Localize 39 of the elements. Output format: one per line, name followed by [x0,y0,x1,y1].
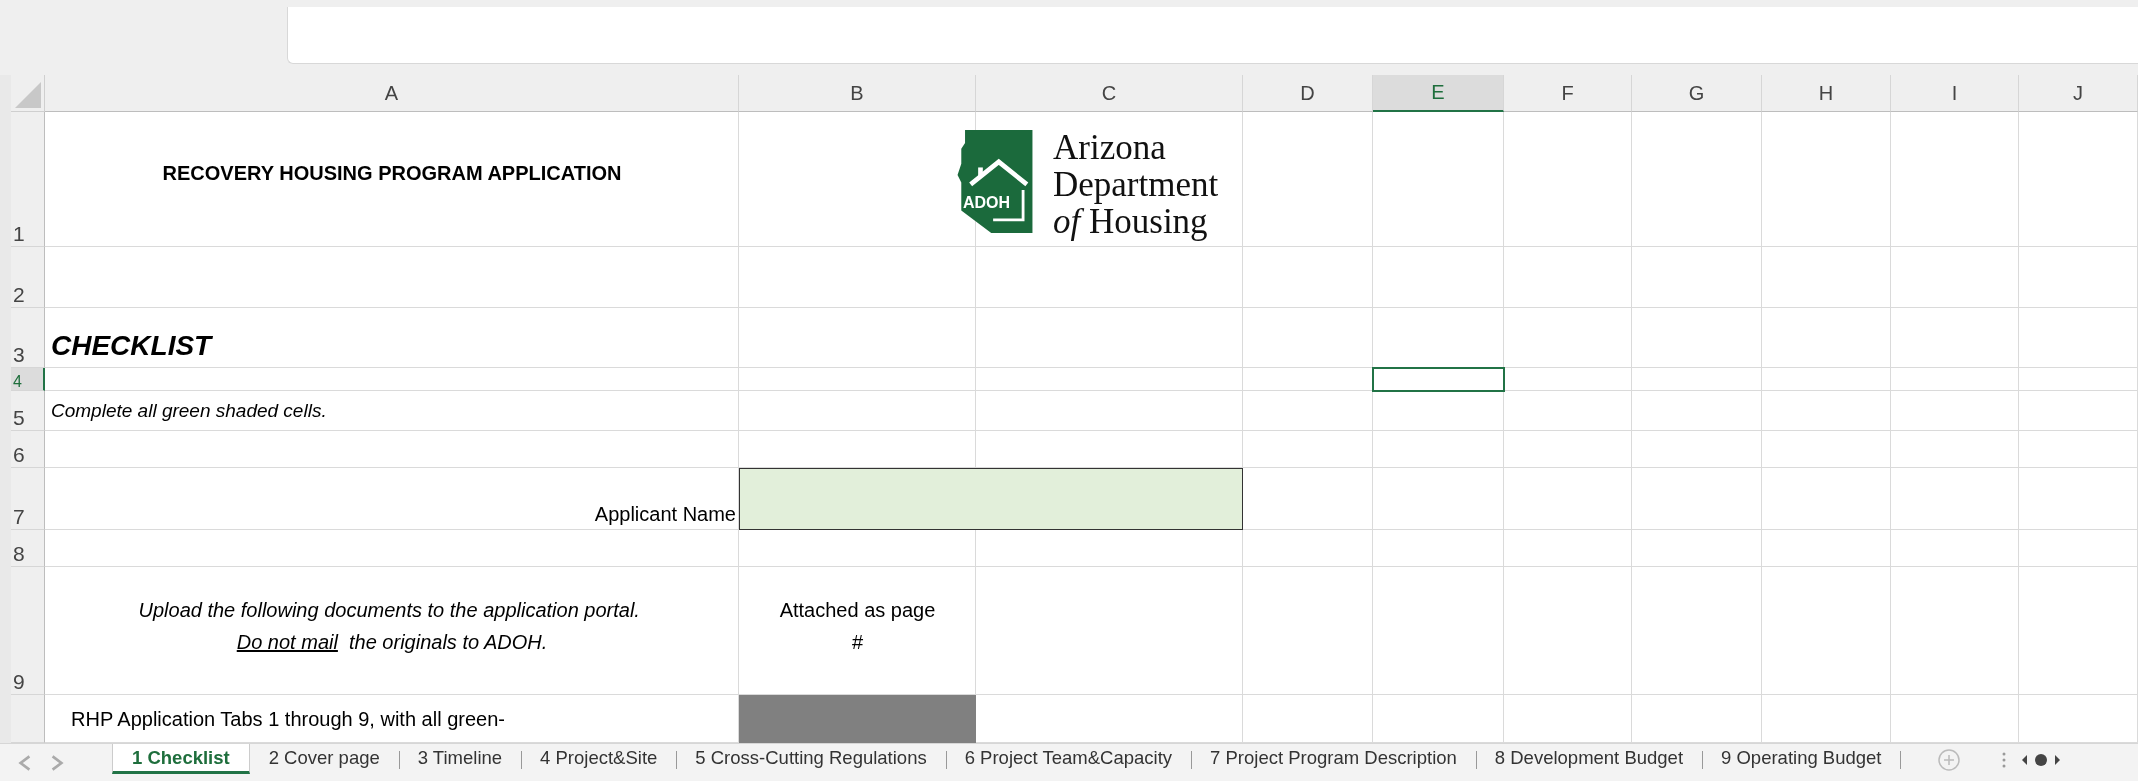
instruction-text: Upload the following documents to the application portal. Do not mail the originals to ADOH. [137,598,641,655]
row-header[interactable]: 5 [11,391,45,431]
logo-badge-text: ADOH [963,194,1011,212]
column-header[interactable]: F [1504,75,1632,112]
instruction-text: Complete all green shaded cells. [51,400,327,422]
sheet-title: RECOVERY HOUSING PROGRAM APPLICATION [162,162,622,185]
column-header[interactable]: J [2019,75,2138,112]
sheet-tab[interactable]: 2 Cover page [249,744,399,774]
column-header[interactable]: G [1632,75,1762,112]
logo-text: Arizona [1053,130,1167,167]
sheet-tab[interactable]: 5 Cross-Cutting Regulations [676,744,946,774]
logo-text: of Housing [1053,203,1208,241]
column-header[interactable]: A [45,75,739,112]
sheet-tab[interactable]: 3 Timeline [398,744,522,774]
row-header[interactable]: 3 [11,308,45,368]
row-header[interactable]: 9 [11,567,45,695]
column-header[interactable]: D [1243,75,1373,112]
sheet-tab[interactable]: 4 Project&Site [521,744,677,774]
column-caption: Attached as page # [778,598,937,655]
sheet-tab[interactable]: 1 Checklist [112,744,250,774]
row-header[interactable]: 7 [11,468,45,530]
column-header[interactable]: H [1762,75,1891,112]
sheet-tab[interactable]: 6 Project Team&Capacity [945,744,1192,774]
row-header[interactable]: 1 [11,112,45,247]
sheet-tab[interactable]: 9 Operating Budget [1702,744,1901,774]
section-heading: CHECKLIST [51,330,212,362]
row-header[interactable]: 8 [11,530,45,567]
column-header[interactable]: C [976,75,1243,112]
checklist-item: RHP Application Tabs 1 through 9, with all green- [71,707,506,731]
sheet-tab[interactable]: 7 Project Program Description [1191,744,1476,774]
row-header[interactable]: 6 [11,431,45,468]
field-label: Applicant Name [594,503,736,526]
row-header[interactable]: 2 [11,247,45,308]
row-header[interactable]: 4 [11,368,45,391]
sheet-tab[interactable]: 8 Development Budget [1475,744,1703,774]
column-header[interactable]: E [1373,75,1504,112]
column-header[interactable]: I [1891,75,2019,112]
column-header[interactable]: B [739,75,976,112]
logo-text: Department [1053,166,1219,204]
